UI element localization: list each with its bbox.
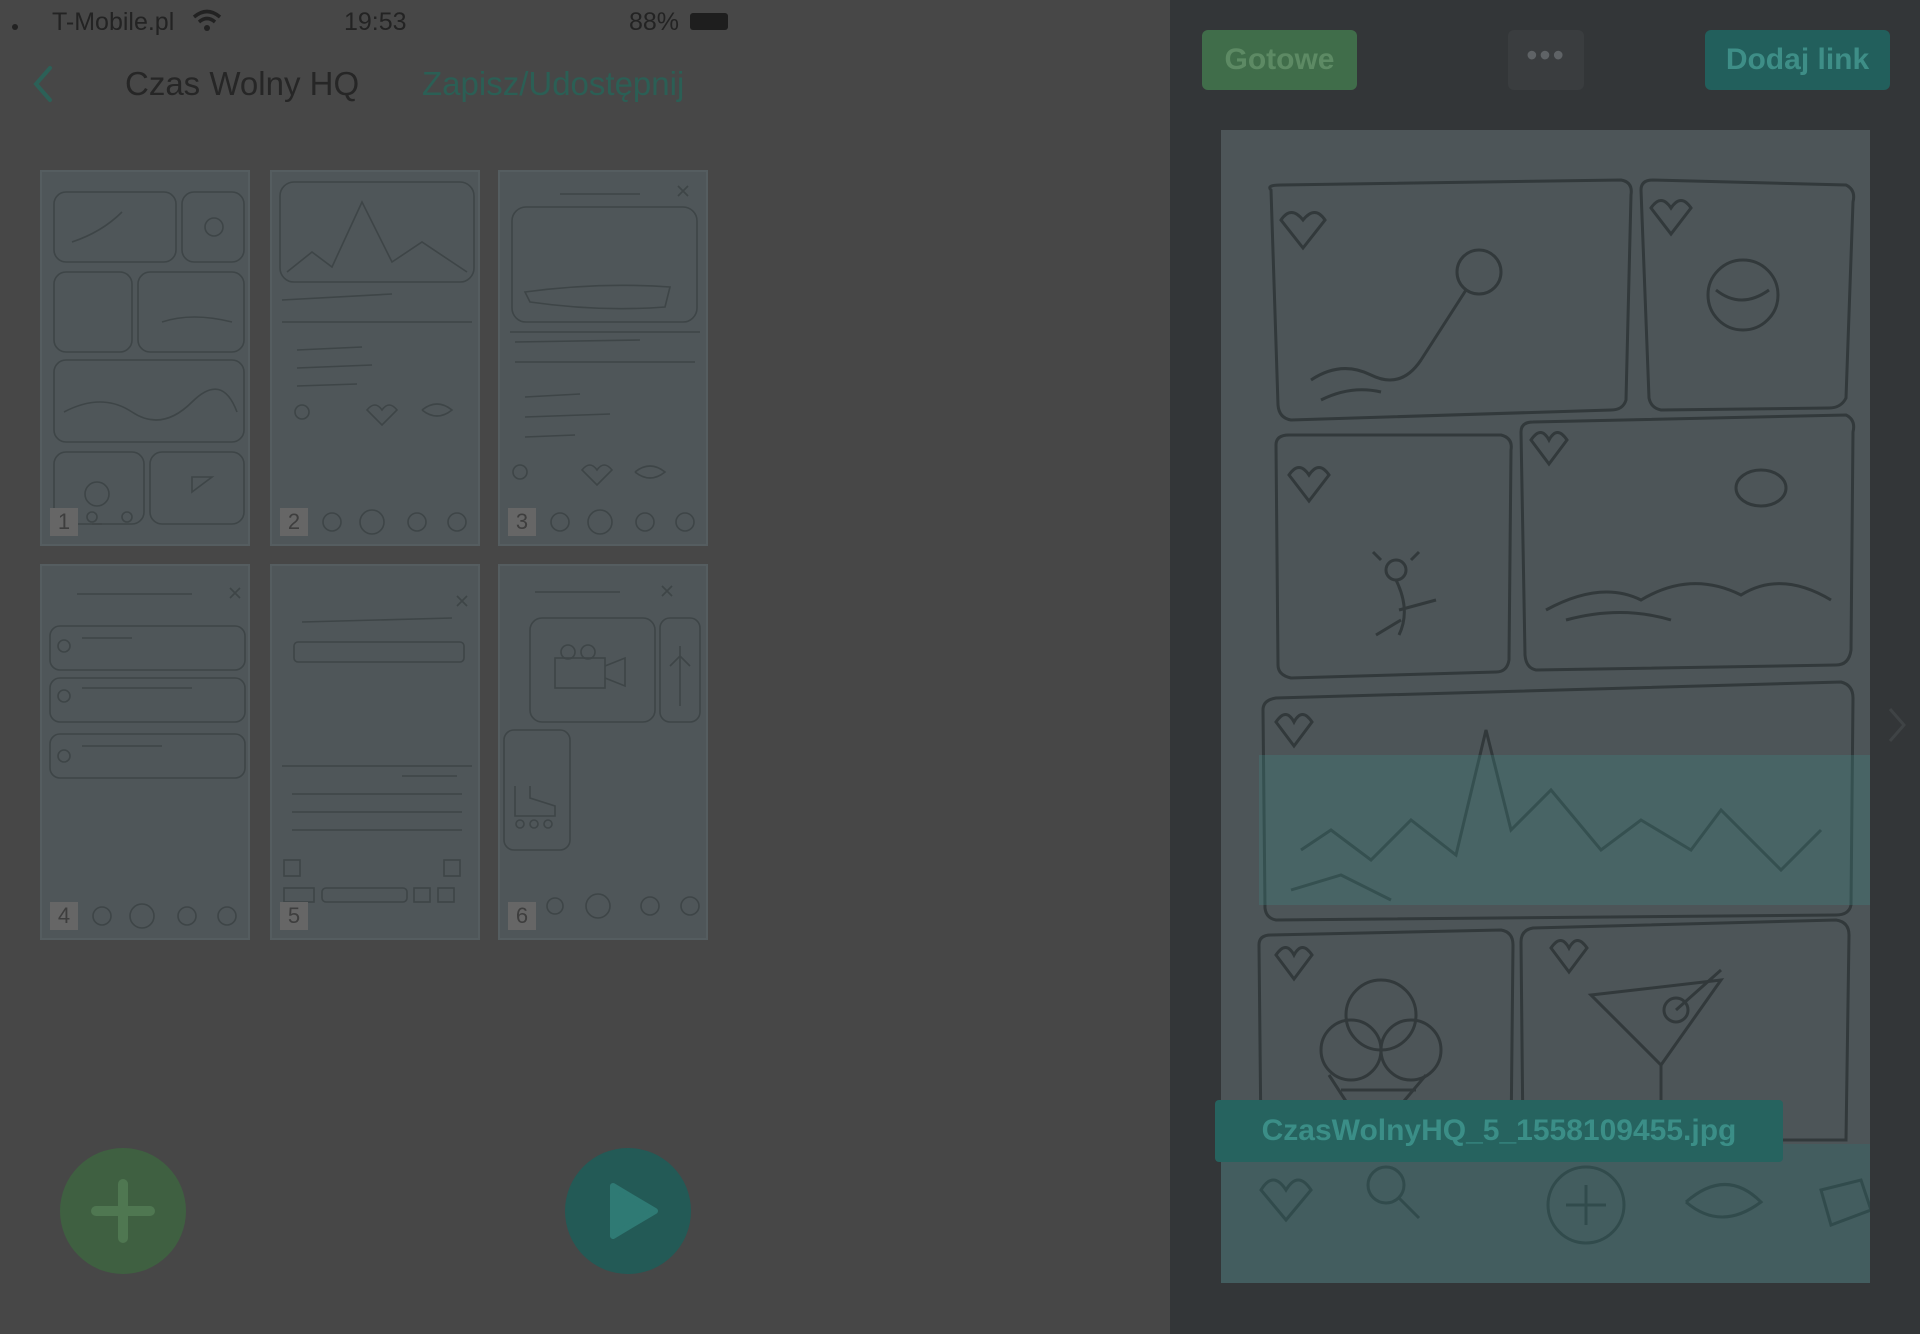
sketch-drawing [503, 585, 701, 919]
save-share-button[interactable]: Zapisz/Udostępnij [422, 65, 684, 103]
thumbnail-number: 6 [508, 902, 536, 930]
clock: 19:53 [344, 8, 407, 36]
thumbnail-number: 3 [508, 508, 536, 536]
done-button[interactable]: Gotowe [1202, 30, 1357, 90]
sketch-drawing [53, 191, 245, 525]
chevron-left-icon[interactable] [28, 62, 58, 106]
highlight-region [1259, 755, 1870, 905]
screen-thumbnail-6[interactable]: 6 [498, 564, 708, 940]
add-link-button[interactable]: Dodaj link [1705, 30, 1890, 90]
status-bar: T-Mobile.pl 19:53 88% [0, 0, 1170, 42]
nav-bar: Czas Wolny HQ Zapisz/Udostępnij [0, 50, 1170, 120]
project-pane: T-Mobile.pl 19:53 88% Czas Wolny HQ Zapi… [0, 0, 1170, 1334]
thumbnail-number: 1 [50, 508, 78, 536]
sketch-drawing [49, 587, 246, 929]
sketch-drawing [282, 595, 472, 903]
play-icon [610, 1183, 658, 1239]
signal-icon [12, 24, 18, 30]
battery-icon [690, 13, 728, 30]
battery-percent: 88% [629, 8, 680, 36]
chevron-right-icon[interactable] [1886, 705, 1908, 745]
more-options-button[interactable]: ••• [1508, 30, 1584, 90]
thumbnail-number: 5 [280, 902, 308, 930]
add-screen-button[interactable] [60, 1148, 186, 1274]
thumbnail-number: 2 [280, 508, 308, 536]
play-button[interactable] [565, 1148, 691, 1274]
plus-icon [91, 1179, 155, 1243]
screen-thumbnail-5[interactable]: 5 [270, 564, 480, 940]
sketch-drawing [279, 181, 475, 535]
sketch-drawing [510, 185, 700, 535]
screen-thumbnail-2[interactable]: 2 [270, 170, 480, 546]
carrier-label: T-Mobile.pl [52, 8, 175, 36]
preview-pane: Gotowe ••• Dodaj link CzasWolnyHQ_5_1558… [1170, 0, 1920, 1334]
tab-bar-region [1221, 1144, 1870, 1283]
screen-thumbnail-3[interactable]: 3 [498, 170, 708, 546]
screen-thumbnail-1[interactable]: 1 [40, 170, 250, 546]
thumbnail-number: 4 [50, 902, 78, 930]
filename-label: CzasWolnyHQ_5_1558109455.jpg [1215, 1100, 1783, 1162]
page-title: Czas Wolny HQ [125, 65, 360, 102]
screen-thumbnail-4[interactable]: 4 [40, 564, 250, 940]
wifi-icon [192, 9, 222, 31]
